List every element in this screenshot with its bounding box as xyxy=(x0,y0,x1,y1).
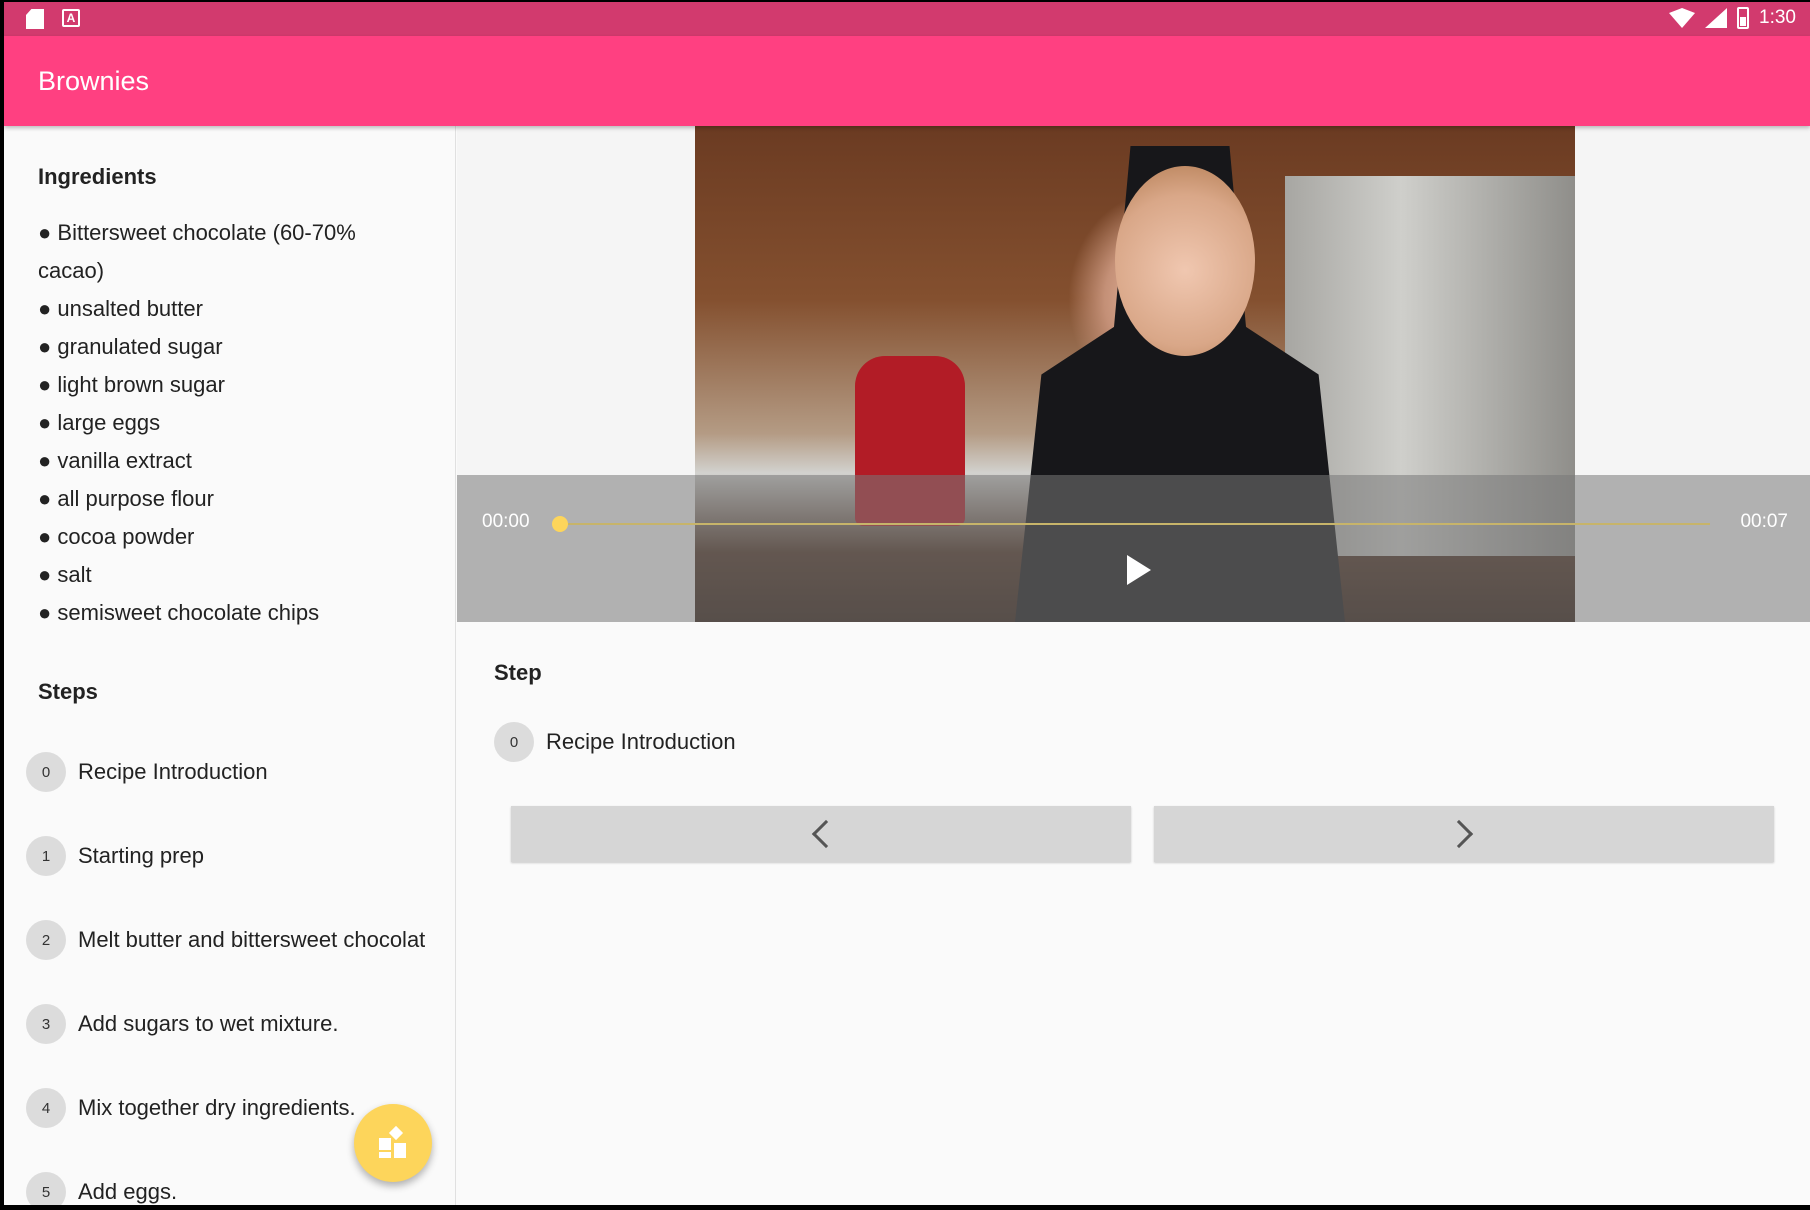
video-player[interactable]: 00:00 00:07 xyxy=(457,126,1810,622)
ingredients-heading: Ingredients xyxy=(38,164,157,189)
next-step-button[interactable] xyxy=(1154,806,1774,862)
step-label: Mix together dry ingredients. xyxy=(78,1095,356,1120)
cell-signal-icon xyxy=(1705,8,1728,28)
keyboard-a-icon: A xyxy=(62,9,80,27)
ingredient-item: ● salt xyxy=(38,562,92,587)
ingredient-item: ● large eggs xyxy=(38,410,161,435)
step-label: Starting prep xyxy=(78,843,204,868)
player-controls: 00:00 00:07 xyxy=(457,475,1810,622)
step-number-badge: 1 xyxy=(26,836,66,876)
widgets-icon xyxy=(379,1125,409,1158)
video-presenter-face xyxy=(1115,166,1255,356)
page-title: Brownies xyxy=(38,66,150,96)
duration-time: 00:07 xyxy=(1740,511,1788,532)
step-number-badge: 4 xyxy=(26,1088,66,1128)
current-time: 00:00 xyxy=(482,511,530,532)
step-number-badge: 2 xyxy=(26,920,66,960)
ingredient-item: ● vanilla extract xyxy=(38,448,192,473)
ingredient-item: ● cocoa powder xyxy=(38,524,195,549)
chevron-right-icon xyxy=(1444,819,1474,849)
wifi-icon xyxy=(1669,8,1696,28)
step-label: Add eggs. xyxy=(78,1179,178,1204)
ingredient-item: ● all purpose flour xyxy=(38,486,214,511)
ingredient-item: ● light brown sugar xyxy=(38,372,225,397)
step-row-2[interactable]: 2 Melt butter and bittersweet chocolat xyxy=(26,898,451,982)
status-time: 1:30 xyxy=(1759,7,1796,28)
app-bar: Brownies xyxy=(4,36,1810,126)
step-row-1[interactable]: 1 Starting prep xyxy=(26,814,451,898)
seek-bar[interactable] xyxy=(557,523,1710,525)
step-detail-heading: Step xyxy=(494,660,542,685)
status-bar: A 1:30 xyxy=(4,2,1810,36)
step-number-badge: 0 xyxy=(494,722,534,762)
step-row-3[interactable]: 3 Add sugars to wet mixture. xyxy=(26,982,451,1066)
app-screen: A 1:30 Brownies Ingredients ● Bitterswee… xyxy=(4,2,1810,1205)
previous-step-button[interactable] xyxy=(511,806,1131,862)
step-description: Recipe Introduction xyxy=(546,729,736,754)
step-detail-pane: 00:00 00:07 Step 0 Recipe Introduction xyxy=(457,126,1810,1205)
ingredient-item: ● unsalted butter xyxy=(38,296,203,321)
step-navigation xyxy=(511,806,1774,862)
step-number-badge: 0 xyxy=(26,752,66,792)
ingredient-item: ● semisweet chocolate chips xyxy=(38,600,320,625)
ingredient-item: ● Bittersweet chocolate (60-70% cacao) xyxy=(38,220,356,283)
play-icon[interactable] xyxy=(1127,555,1151,585)
seek-thumb[interactable] xyxy=(552,516,568,532)
sd-card-icon xyxy=(26,9,44,29)
recipe-master-pane[interactable]: Ingredients ● Bittersweet chocolate (60-… xyxy=(4,126,456,1205)
step-label: Add sugars to wet mixture. xyxy=(78,1011,339,1036)
ingredients-list: ● Bittersweet chocolate (60-70% cacao) ●… xyxy=(38,214,398,632)
battery-charging-icon xyxy=(1737,7,1750,29)
steps-heading: Steps xyxy=(38,679,98,704)
step-label: Melt butter and bittersweet chocolat xyxy=(78,927,426,952)
step-number-badge: 5 xyxy=(26,1172,66,1205)
step-number-badge: 3 xyxy=(26,1004,66,1044)
step-label: Recipe Introduction xyxy=(78,759,268,784)
chevron-left-icon xyxy=(811,819,841,849)
current-step: 0 Recipe Introduction xyxy=(494,722,736,762)
ingredient-item: ● granulated sugar xyxy=(38,334,223,359)
widgets-fab-button[interactable] xyxy=(354,1104,432,1182)
step-row-0[interactable]: 0 Recipe Introduction xyxy=(26,730,451,814)
